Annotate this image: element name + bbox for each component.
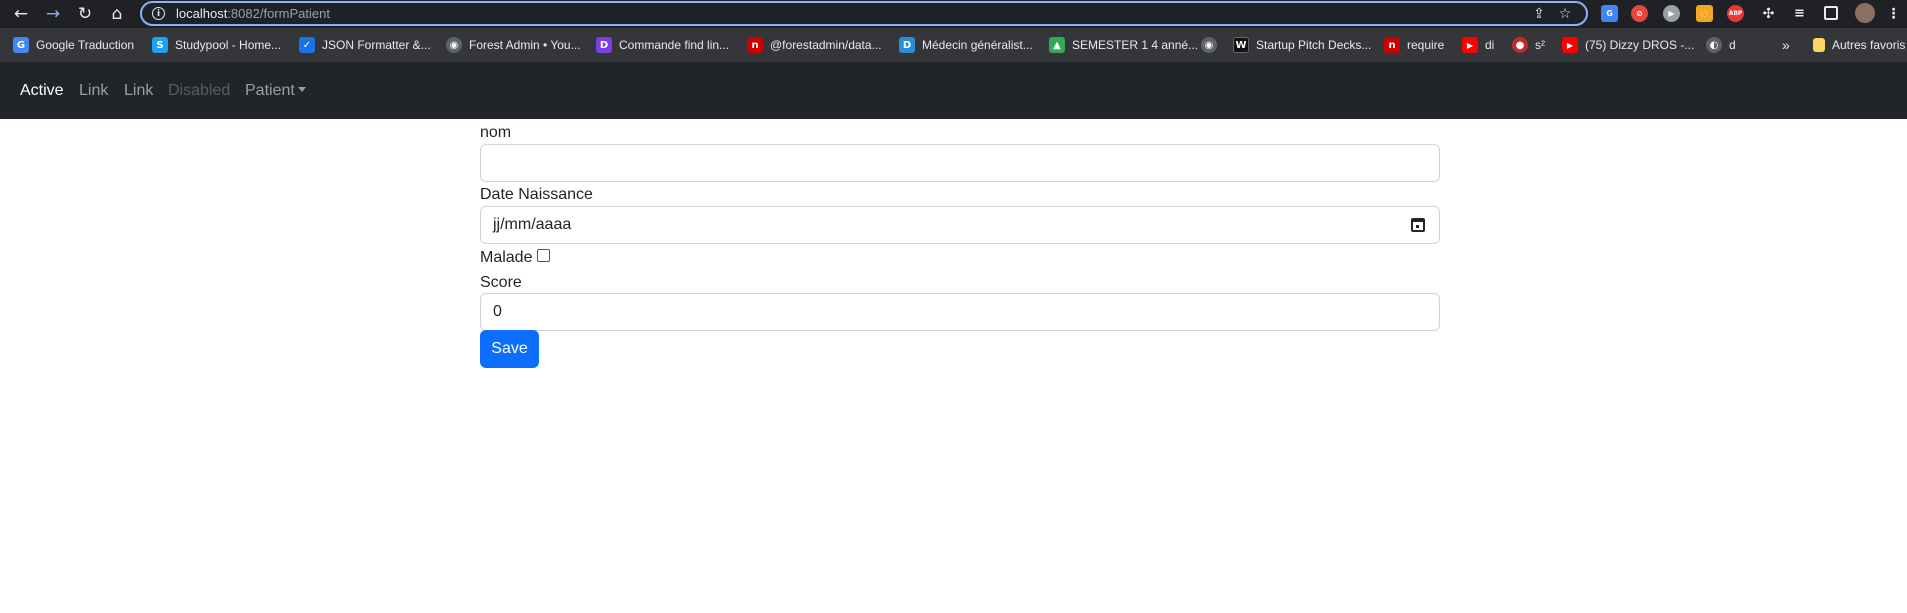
nom-label: nom — [480, 124, 512, 141]
caret-down-icon — [297, 87, 306, 92]
nav-link-1[interactable]: Link — [79, 82, 108, 100]
score-input[interactable]: 0 — [480, 293, 1440, 331]
w-logo-icon: W — [1233, 37, 1249, 53]
star-icon[interactable]: ☆ — [1556, 5, 1574, 23]
bookmark-other-favorites[interactable]: Autres favoris — [1813, 36, 1905, 54]
bookmark-commande-find[interactable]: D Commande find lin... — [596, 36, 729, 54]
bookmark-label: @forestadmin/data... — [770, 38, 882, 52]
bookmark-label: Forest Admin • You... — [469, 38, 581, 52]
side-panel-icon[interactable] — [1824, 6, 1838, 20]
more-menu-icon[interactable]: ⋮ — [1885, 5, 1902, 22]
bookmark-semester[interactable]: ▲ SEMESTER 1 4 anné... — [1049, 36, 1198, 54]
reading-list-icon[interactable]: ≡ — [1791, 5, 1808, 22]
bookmark-forestadmin-data[interactable]: n @forestadmin/data... — [747, 36, 882, 54]
bookmark-startup-pitch[interactable]: W Startup Pitch Decks... — [1233, 36, 1371, 54]
score-label: Score — [480, 274, 522, 291]
google-translate-icon: G — [13, 37, 29, 53]
npm-icon: n — [1384, 37, 1400, 53]
bookmarks-overflow-chevron-icon[interactable]: » — [1782, 36, 1790, 54]
malade-label: Malade — [480, 249, 533, 266]
youtube-icon: ▶ — [1462, 37, 1478, 53]
d-logo-icon: D — [596, 37, 612, 53]
bookmark-label: d — [1729, 38, 1736, 52]
avatar[interactable] — [1855, 3, 1875, 23]
url-path: :8082/formPatient — [227, 6, 330, 21]
bookmark-label: Startup Pitch Decks... — [1256, 38, 1372, 52]
date-placeholder: jj/mm/aaaa — [493, 216, 572, 233]
bookmark-require[interactable]: n require — [1384, 36, 1444, 54]
bookmark-dizzy-dros[interactable]: ▶ (75) Dizzy DROS -... — [1562, 36, 1694, 54]
bookmarks-bar: G Google Traduction S Studypool - Home... … — [0, 28, 1907, 62]
nom-input[interactable] — [480, 144, 1440, 182]
save-button[interactable]: Save — [480, 330, 539, 368]
url-text[interactable]: localhost:8082/formPatient — [176, 6, 330, 21]
address-bar[interactable]: i localhost:8082/formPatient ⇪ ☆ — [140, 1, 1588, 26]
forward-icon[interactable]: → — [42, 3, 64, 25]
bookmark-google-traduction[interactable]: G Google Traduction — [13, 36, 134, 54]
bookmark-label: SEMESTER 1 4 anné... — [1072, 38, 1199, 52]
bookmark-label: s² — [1535, 38, 1545, 52]
bookmark-label: (75) Dizzy DROS -... — [1585, 38, 1695, 52]
bookmark-globe[interactable]: ◉ — [1201, 36, 1224, 54]
npm-icon: n — [747, 37, 763, 53]
reload-icon[interactable]: ↻ — [74, 3, 96, 25]
bookmark-label: di — [1485, 38, 1495, 52]
share-icon[interactable]: ⇪ — [1530, 5, 1548, 23]
bookmark-label: Médecin généralist... — [922, 38, 1033, 52]
home-icon[interactable]: ⌂ — [106, 3, 128, 25]
globe-icon: ◉ — [446, 37, 462, 53]
studypool-icon: S — [152, 37, 168, 53]
bookmark-json-formatter[interactable]: ✓ JSON Formatter &... — [299, 36, 431, 54]
youtube-icon: ▶ — [1562, 37, 1578, 53]
info-icon[interactable]: i — [152, 7, 165, 20]
url-host: localhost — [176, 6, 228, 21]
bookmark-label: Autres favoris — [1832, 38, 1906, 52]
browser-toolbar: ← → ↻ ⌂ i localhost:8082/formPatient ⇪ ☆… — [0, 0, 1907, 28]
date-naissance-label: Date Naissance — [480, 186, 593, 203]
block-extension-icon[interactable]: ⊘ — [1631, 5, 1648, 22]
bookmark-label: Commande find lin... — [619, 38, 730, 52]
doctolib-icon: D — [899, 37, 915, 53]
red-ball-icon: ● — [1512, 37, 1528, 53]
extensions-puzzle-icon[interactable]: ✣ — [1760, 5, 1777, 22]
google-translate-extension-icon[interactable]: G — [1601, 5, 1618, 22]
github-icon: ◐ — [1706, 37, 1722, 53]
adblock-plus-icon[interactable]: ABP — [1727, 5, 1744, 22]
bookmark-studypool[interactable]: S Studypool - Home... — [152, 36, 281, 54]
bookmark-label: JSON Formatter &... — [322, 38, 431, 52]
nav-dropdown-label: Patient — [245, 82, 295, 99]
play-extension-icon[interactable]: ▶ — [1663, 5, 1680, 22]
bookmark-label: require — [1407, 38, 1445, 52]
date-naissance-input[interactable]: jj/mm/aaaa — [480, 206, 1440, 244]
nav-link-2[interactable]: Link — [124, 82, 153, 100]
app-navbar: Active Link Link Disabled Patient — [0, 62, 1907, 119]
bookmark-label: Studypool - Home... — [175, 38, 282, 52]
bookmark-s2[interactable]: ● s² — [1512, 36, 1545, 54]
folder-icon — [1813, 38, 1825, 52]
bookmark-forest-admin[interactable]: ◉ Forest Admin • You... — [446, 36, 581, 54]
nav-link-active[interactable]: Active — [20, 82, 64, 100]
nav-link-disabled: Disabled — [168, 82, 231, 99]
orange-extension-icon[interactable]: ◌ — [1696, 5, 1713, 22]
checkmark-icon: ✓ — [299, 37, 315, 53]
bookmark-di[interactable]: ▶ di — [1462, 36, 1494, 54]
malade-checkbox[interactable] — [537, 249, 550, 262]
bookmark-label: Google Traduction — [36, 38, 135, 52]
bookmark-medecin[interactable]: D Médecin généralist... — [899, 36, 1033, 54]
back-icon[interactable]: ← — [10, 3, 32, 25]
google-drive-icon: ▲ — [1049, 37, 1065, 53]
bookmark-github-d[interactable]: ◐ d — [1706, 36, 1736, 54]
calendar-icon[interactable] — [1411, 218, 1425, 232]
globe-icon: ◉ — [1201, 37, 1217, 53]
nav-dropdown-patient[interactable]: Patient — [245, 82, 306, 100]
